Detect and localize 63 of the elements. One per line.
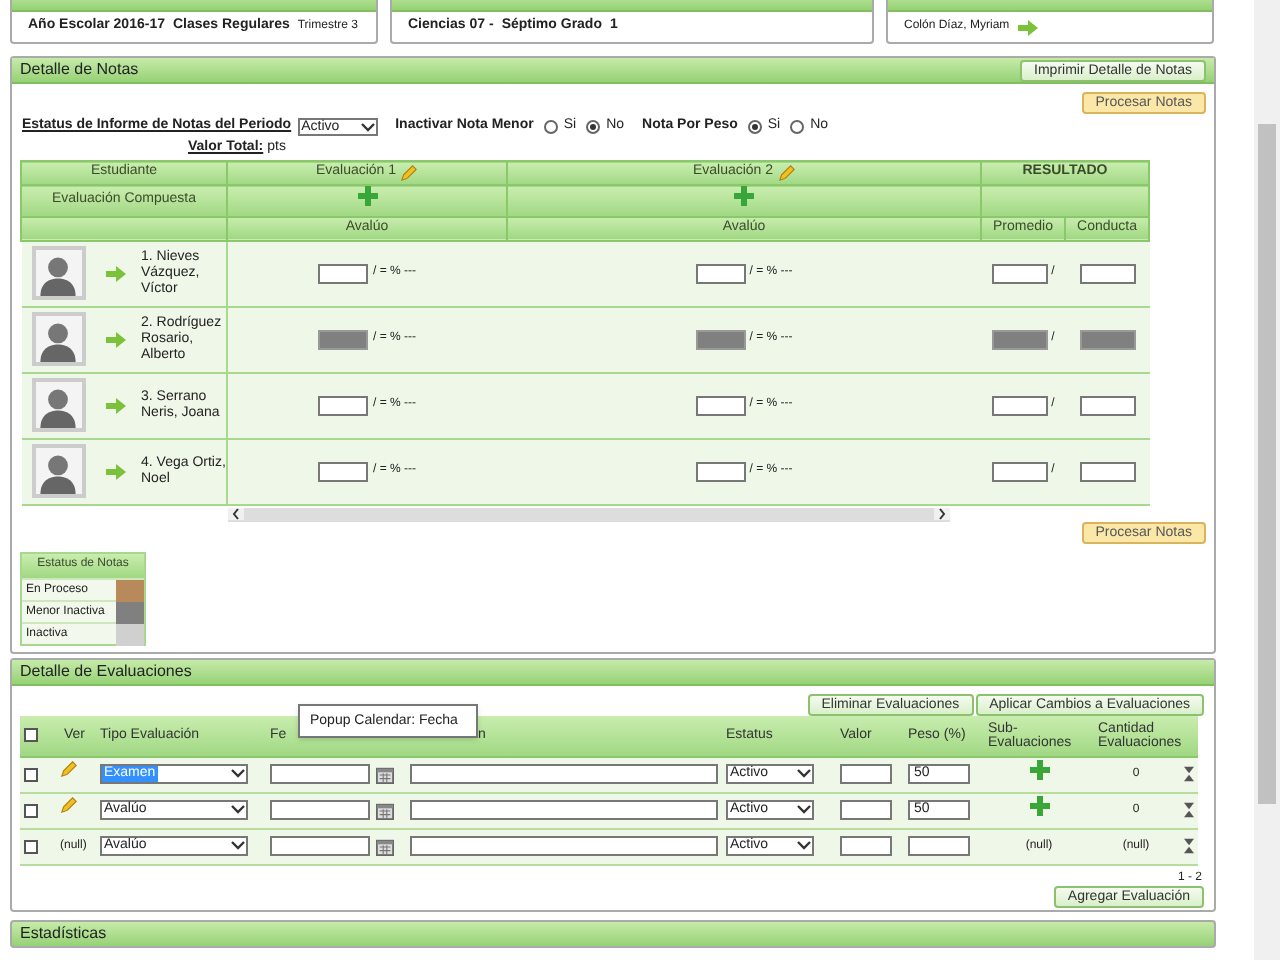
- panel-header: Estadísticas: [10, 920, 1216, 948]
- radio-button[interactable]: [747, 120, 762, 134]
- add-icon[interactable]: [1029, 759, 1049, 780]
- radio-button[interactable]: [543, 120, 558, 134]
- sort-down-icon: [1183, 766, 1193, 774]
- dropdown-caret-icon: [230, 804, 246, 816]
- dropdown-caret-icon: [796, 804, 812, 816]
- dropdown-caret-icon: [359, 121, 376, 133]
- average-field[interactable]: [991, 263, 1048, 283]
- radio-button[interactable]: [790, 120, 805, 134]
- sort-up-icon: [1183, 810, 1193, 818]
- scroll-left-icon[interactable]: [228, 508, 244, 520]
- average-field[interactable]: [991, 395, 1048, 415]
- pencil-icon[interactable]: [60, 760, 78, 779]
- value-field[interactable]: [840, 800, 892, 820]
- scrollbar[interactable]: [1254, 0, 1280, 960]
- horizontal-scrollbar[interactable]: [228, 507, 950, 521]
- sort-down-icon: [1183, 802, 1193, 810]
- radio-button[interactable]: [586, 120, 601, 134]
- panel-title: Detalle de Evaluaciones: [20, 660, 192, 684]
- grade-field[interactable]: [318, 395, 369, 415]
- pencil-icon[interactable]: [60, 796, 78, 815]
- description-field[interactable]: [410, 764, 718, 784]
- dropdown-caret-icon: [796, 840, 812, 852]
- weight-field[interactable]: [908, 836, 970, 856]
- checkbox[interactable]: [24, 839, 38, 853]
- value-field[interactable]: [840, 836, 892, 856]
- checkbox[interactable]: [24, 728, 38, 743]
- avatar-icon: [31, 378, 85, 432]
- description-field[interactable]: [410, 800, 718, 820]
- value-field[interactable]: [840, 764, 892, 784]
- date-field[interactable]: [270, 836, 370, 856]
- panel-title: Detalle de Notas: [20, 58, 139, 82]
- calendar-icon[interactable]: [376, 837, 394, 855]
- date-field[interactable]: [270, 800, 370, 820]
- add-icon[interactable]: [734, 186, 754, 206]
- calendar-icon[interactable]: [376, 801, 394, 819]
- calendar-icon[interactable]: [376, 765, 394, 783]
- sort-up-icon: [1183, 846, 1193, 854]
- grade-field[interactable]: [695, 395, 746, 415]
- grade-field[interactable]: [318, 263, 369, 283]
- conduct-field[interactable]: [1079, 263, 1135, 283]
- description-field[interactable]: [410, 836, 718, 856]
- sort-up-icon: [1183, 774, 1193, 782]
- add-icon[interactable]: [1029, 795, 1049, 816]
- date-field[interactable]: [270, 764, 370, 784]
- avatar-icon: [31, 312, 85, 366]
- conduct-field[interactable]: [1079, 461, 1135, 481]
- conduct-field[interactable]: [1079, 395, 1135, 415]
- avatar-icon: [31, 444, 85, 498]
- checkbox[interactable]: [24, 767, 38, 781]
- dropdown-caret-icon: [230, 768, 246, 780]
- dropdown-caret-icon: [230, 840, 246, 852]
- avatar-icon: [31, 246, 85, 300]
- sort-down-icon: [1183, 838, 1193, 846]
- average-field[interactable]: [991, 461, 1048, 481]
- grade-field[interactable]: [695, 263, 746, 283]
- grade-field[interactable]: [695, 461, 746, 481]
- grade-field[interactable]: [318, 461, 369, 481]
- checkbox[interactable]: [24, 803, 38, 817]
- add-icon[interactable]: [357, 186, 377, 206]
- scroll-right-icon[interactable]: [934, 508, 950, 520]
- dropdown-caret-icon: [796, 768, 812, 780]
